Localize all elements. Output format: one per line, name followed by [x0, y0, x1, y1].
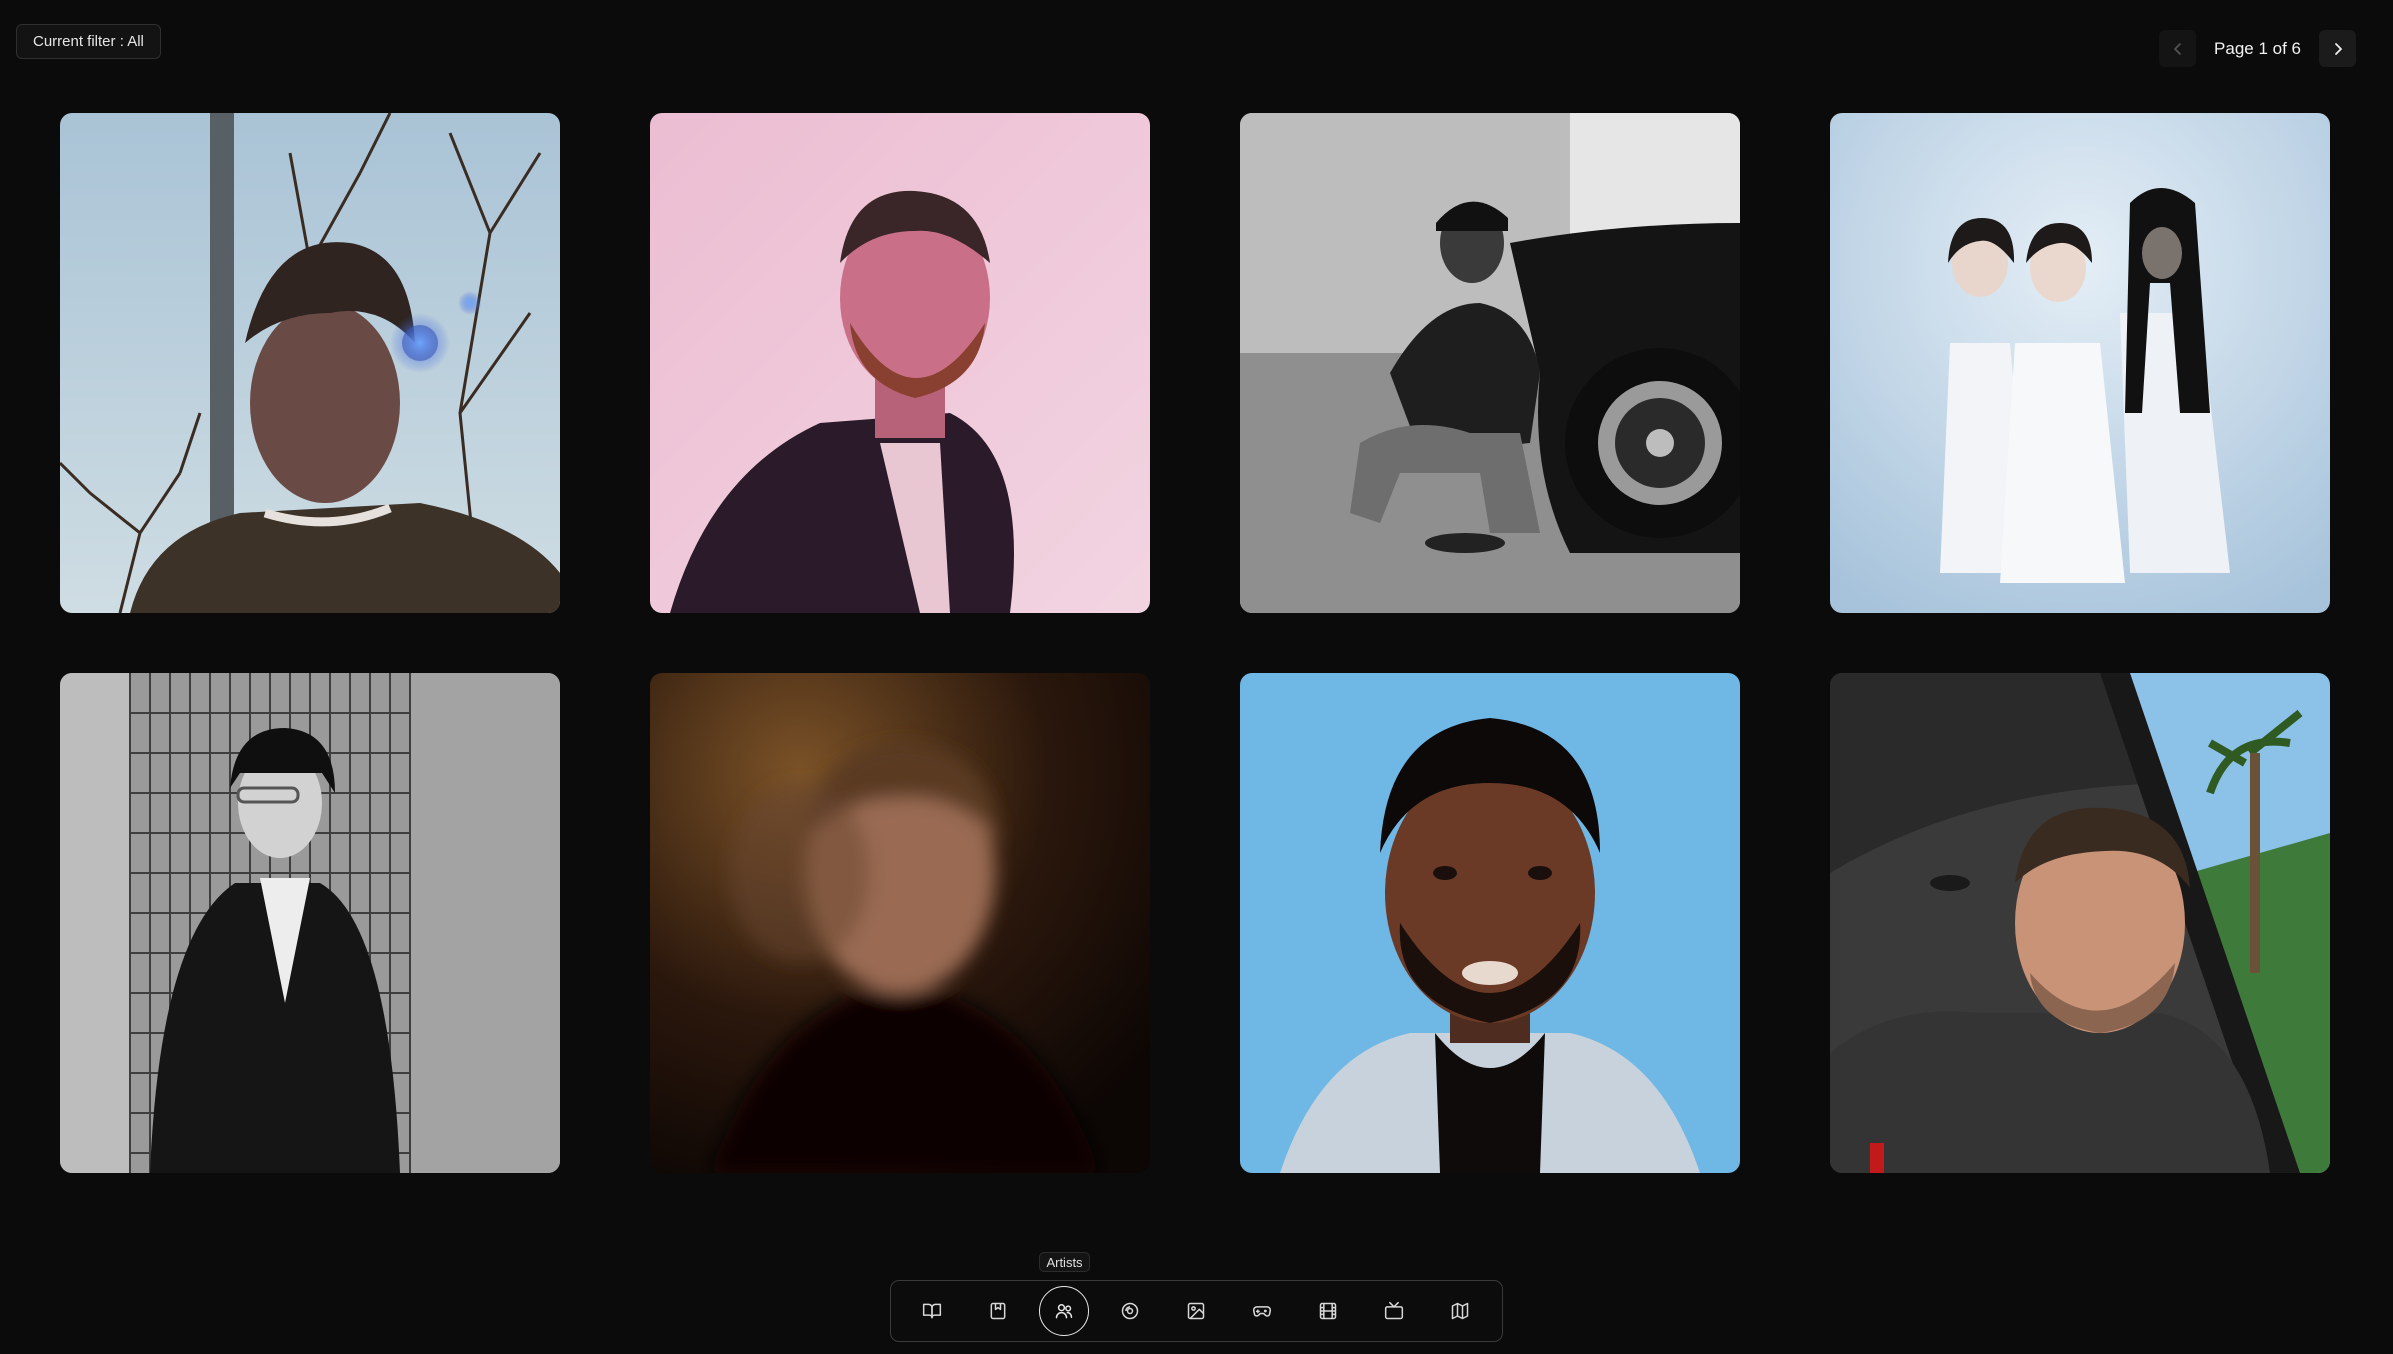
artist-card[interactable]: [1240, 113, 1740, 613]
artist-card[interactable]: [650, 673, 1150, 1173]
chevron-left-icon: [2173, 42, 2181, 55]
users-icon: [1055, 1304, 1073, 1319]
artist-photo: [60, 113, 560, 613]
current-filter-label: Current filter : All: [33, 33, 144, 50]
artist-photo: [1830, 673, 2330, 1173]
artist-photo: [650, 673, 1150, 1173]
page-indicator: Page 1 of 6: [2214, 38, 2301, 58]
artists-gallery-page: Current filter : All Page 1 of 6 Artists: [0, 0, 2393, 1354]
vinyl-icon: [1121, 1302, 1139, 1320]
current-filter-badge[interactable]: Current filter : All: [16, 24, 161, 59]
artist-photo: [1830, 113, 2330, 613]
artist-photo: [60, 673, 560, 1173]
dock-button-music[interactable]: [1105, 1286, 1155, 1336]
dock-button-tv[interactable]: [1369, 1286, 1419, 1336]
artist-card[interactable]: [650, 113, 1150, 613]
dock-button-books[interactable]: [907, 1286, 957, 1336]
artist-card[interactable]: [60, 113, 560, 613]
artist-photo: [1240, 113, 1740, 613]
dock-button-bookmarks[interactable]: [973, 1286, 1023, 1336]
image-icon: [1187, 1302, 1205, 1320]
bookmark-icon: [990, 1302, 1006, 1320]
dock-button-games[interactable]: [1237, 1286, 1287, 1336]
artist-card[interactable]: [1240, 673, 1740, 1173]
book-open-icon: [922, 1303, 942, 1319]
category-dock: [890, 1280, 1503, 1342]
artist-card[interactable]: [1830, 113, 2330, 613]
tooltip-label: Artists: [1046, 1254, 1083, 1270]
dock-button-images[interactable]: [1171, 1286, 1221, 1336]
pagination: Page 1 of 6: [2159, 30, 2356, 67]
film-icon: [1319, 1302, 1337, 1320]
map-icon: [1451, 1302, 1469, 1320]
artist-card[interactable]: [1830, 673, 2330, 1173]
next-page-button[interactable]: [2319, 30, 2356, 67]
artist-card[interactable]: [60, 673, 560, 1173]
dock-tooltip: Artists: [1039, 1252, 1090, 1272]
gamepad-icon: [1252, 1306, 1272, 1317]
dock-button-films[interactable]: [1303, 1286, 1353, 1336]
artist-photo: [650, 113, 1150, 613]
artist-photo: [1240, 673, 1740, 1173]
tv-icon: [1384, 1301, 1404, 1320]
chevron-right-icon: [2334, 42, 2342, 55]
artist-grid: [60, 113, 2330, 1173]
previous-page-button[interactable]: [2159, 30, 2197, 67]
dock-button-artists[interactable]: [1039, 1286, 1089, 1336]
dock-button-maps[interactable]: [1435, 1286, 1485, 1336]
